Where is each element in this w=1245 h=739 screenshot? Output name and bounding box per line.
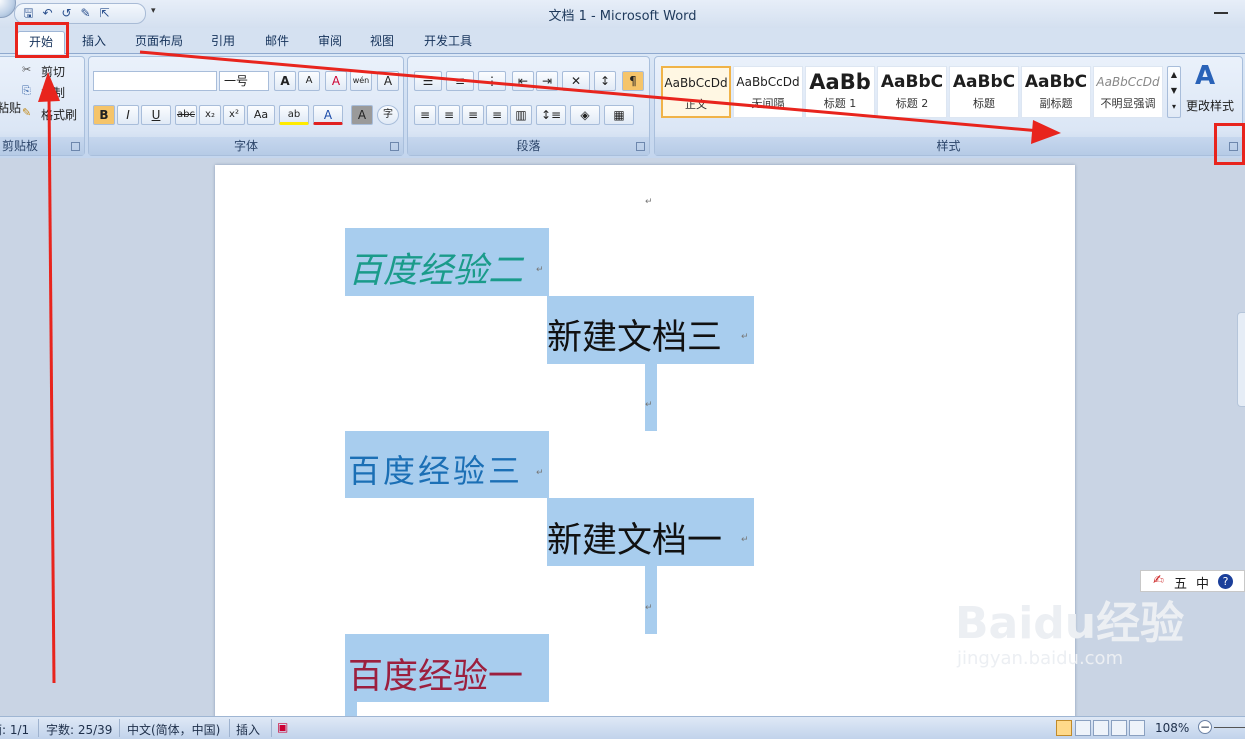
annotation-arrows: [38, 50, 1061, 684]
annotation-arrowhead: [1031, 120, 1061, 144]
annotation-arrow-up: [47, 94, 56, 684]
annotation-arrowhead: [38, 72, 60, 102]
annotation-arrow-right: [139, 50, 1041, 133]
